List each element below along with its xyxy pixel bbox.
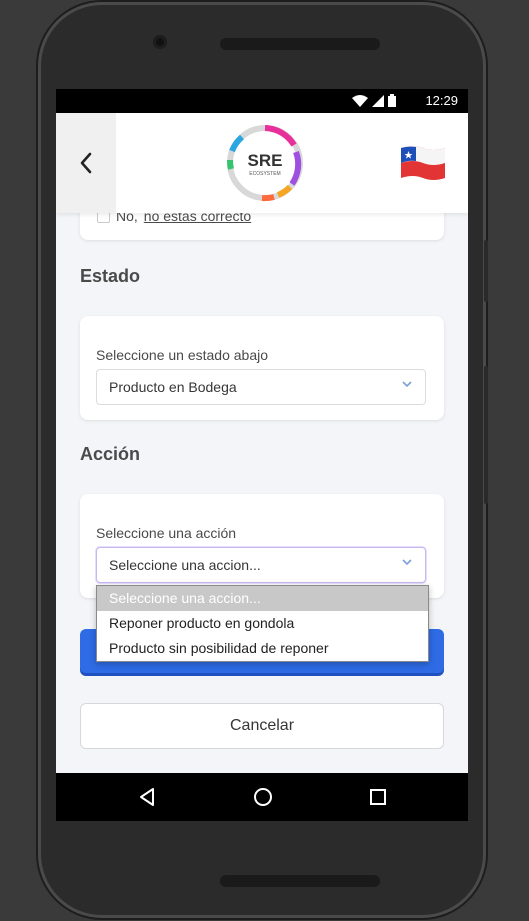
cancel-button[interactable]: Cancelar — [80, 703, 444, 749]
front-camera — [153, 35, 167, 49]
nav-recents-icon[interactable] — [369, 787, 387, 807]
estado-card: Seleccione un estado abajo Producto en B… — [80, 316, 444, 420]
dropdown-option[interactable]: Producto sin posibilidad de reponer — [97, 636, 428, 661]
screen: 12:29 SRE ECOSYSTEM No, no estas correct… — [56, 89, 468, 821]
dropdown-option[interactable]: Seleccione una accion... — [97, 586, 428, 611]
chevron-left-icon — [80, 152, 92, 174]
accion-title: Acción — [80, 444, 141, 464]
estado-title: Estado — [80, 266, 141, 286]
signal-icon — [372, 95, 384, 107]
app-header: SRE ECOSYSTEM — [56, 113, 468, 213]
volume-button — [484, 366, 488, 504]
power-button — [484, 240, 488, 302]
chevron-down-icon — [402, 381, 412, 388]
app-content: SRE ECOSYSTEM No, no estas correcto Esta… — [56, 113, 468, 773]
bottom-speaker — [220, 875, 380, 887]
status-icons — [352, 94, 396, 107]
earpiece — [220, 38, 380, 50]
chile-flag-icon[interactable] — [399, 144, 447, 182]
dropdown-option[interactable]: Reponer producto en gondola — [97, 611, 428, 636]
status-bar: 12:29 — [56, 89, 468, 113]
back-button[interactable] — [56, 113, 116, 213]
estado-label: Seleccione un estado abajo — [96, 347, 269, 363]
estado-select-value: Producto en Bodega — [109, 379, 237, 395]
estado-select[interactable]: Producto en Bodega — [96, 369, 426, 405]
accion-select[interactable]: Seleccione una accion... — [96, 547, 426, 583]
logo-text: SRE — [248, 151, 283, 170]
accion-card: Seleccione una acción Seleccione una acc… — [80, 494, 444, 598]
sre-logo: SRE ECOSYSTEM — [227, 125, 303, 202]
status-time: 12:29 — [425, 93, 458, 108]
nav-home-icon[interactable] — [253, 787, 273, 807]
logo-subtext: ECOSYSTEM — [249, 171, 280, 177]
accion-select-value: Seleccione una accion... — [109, 557, 261, 573]
accion-dropdown: Seleccione una accion... Reponer product… — [96, 585, 429, 662]
android-nav-bar — [56, 773, 468, 821]
accion-label: Seleccione una acción — [96, 525, 237, 541]
wifi-icon — [352, 95, 368, 107]
battery-icon — [388, 94, 396, 107]
chevron-down-icon — [402, 559, 412, 566]
nav-back-icon[interactable] — [138, 787, 156, 807]
